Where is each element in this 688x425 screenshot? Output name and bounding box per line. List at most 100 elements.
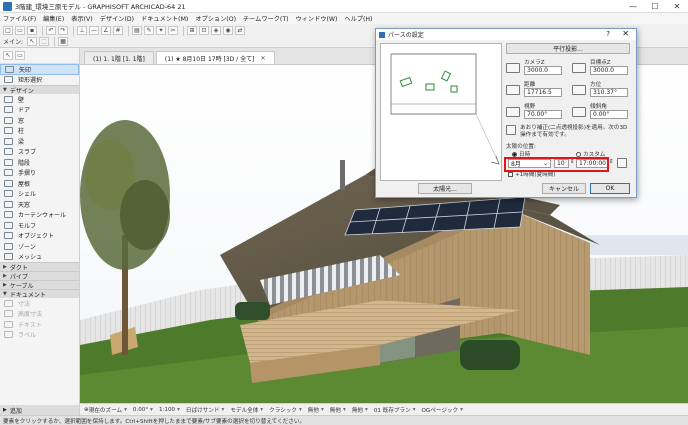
selection-mode-icon[interactable]: ▦ [58,37,69,46]
section-icon[interactable]: ⊞ [187,26,197,35]
sidebar-add-footer[interactable]: ▶ 追加 [0,405,79,415]
tool-beam[interactable]: 梁 [0,136,79,147]
arrow-tool-icon[interactable]: ↖ [27,37,38,46]
line-icon[interactable]: — [89,26,99,35]
tool-morph[interactable]: モルフ [0,220,79,231]
pipe-section-header[interactable]: ▶ パイプ [0,271,79,281]
pen-icon[interactable]: ✎ [144,26,154,35]
tab-floor-plan[interactable]: (1) 1. 1階 [1. 1階] [84,51,154,64]
dialog-close-button[interactable]: ✕ [622,29,629,38]
chevron-down-icon: ▾ [320,406,324,413]
teamwork-icon[interactable]: ⇄ [235,26,245,35]
minimize-button[interactable]: — [622,0,644,13]
pen-set-control[interactable]: クラシック ▾ [269,406,302,414]
distance-input[interactable]: 17716.5 [524,88,562,97]
override-control-2[interactable]: 無他 ▾ [330,406,346,414]
close-tab-icon[interactable]: ✕ [260,55,265,62]
ok-button[interactable]: OK [590,183,630,194]
collapse-triangle-icon: ▼ [3,87,7,93]
menu-window[interactable]: ウィンドウ(W) [296,14,338,23]
tool-object[interactable]: オブジェクト [0,231,79,242]
maximize-button[interactable]: ☐ [644,0,666,13]
menu-edit[interactable]: 編集(E) [43,14,64,23]
menu-teamwork[interactable]: チームワーク(T) [243,14,289,23]
render-icon[interactable]: ◉ [223,26,233,35]
roll-angle-input[interactable]: 0.00° [590,110,628,119]
new-file-icon[interactable]: □ [3,26,13,35]
tool-mesh[interactable]: メッシュ [0,252,79,263]
camera-z-input[interactable]: 3000.0 [524,66,562,75]
calendar-icon[interactable] [617,158,627,168]
model-view-control[interactable]: モデル全体 ▾ [230,406,263,414]
azimuth-input[interactable]: 310.37° [590,88,628,97]
menu-file[interactable]: ファイル(F) [3,14,36,23]
toolbox-arrow-icon[interactable]: ↖ [3,51,13,60]
chevron-down-icon: ▾ [124,406,127,413]
menu-view[interactable]: 表示(V) [71,14,92,23]
grid-icon[interactable]: # [113,26,123,35]
tool-roof[interactable]: 屋根 [0,178,79,189]
layer-icon[interactable]: ▤ [132,26,142,35]
override-control-3[interactable]: 無他 ▾ [352,406,368,414]
tool-door[interactable]: ドア [0,105,79,116]
tool-column[interactable]: 柱 [0,126,79,137]
dst-checkbox[interactable] [508,172,513,177]
tab-3d-view[interactable]: (1) ★ 8月10日 17時 [3D / 全て] ✕ [155,51,275,64]
duct-section-header[interactable]: ▶ ダクト [0,262,79,272]
time-stepper-icon[interactable]: ⇕ [609,159,614,165]
tool-shell[interactable]: シェル [0,189,79,200]
tool-skylight[interactable]: 天窓 [0,199,79,210]
menu-design[interactable]: デザイン(D) [100,14,134,23]
tool-label[interactable]: ラベル [0,330,79,341]
save-icon[interactable]: ▪ [27,26,37,35]
marquee-tool-icon[interactable]: ⬚ [39,37,50,46]
3d-view-icon[interactable]: ◈ [211,26,221,35]
tool-curtain-wall[interactable]: カーテンウォール [0,210,79,221]
cable-section-header[interactable]: ▶ ケーブル [0,280,79,290]
page-control[interactable]: OGページック ▾ [422,406,463,414]
tool-dimension[interactable]: 寸法 [0,298,79,309]
toolbox-marquee-icon[interactable]: ▭ [15,51,25,60]
tool-level-dimension[interactable]: 高度寸法 [0,309,79,320]
tool-slab[interactable]: スラブ [0,147,79,158]
tool-text[interactable]: テキスト [0,319,79,330]
view-navigation-bar: ⊕ 現在のズーム ▾ 0.00° ▾ 1:100 ▾ 日ばけサンド ▾ モデル全体 ▾ ク… [80,403,688,415]
document-section-header[interactable]: ▼ ドキュメント [0,289,79,299]
plan-preview[interactable] [380,43,502,181]
plan-preview-drawing [390,53,500,165]
close-window-button[interactable]: ✕ [666,0,688,13]
sun-position-label: 太陽の位置: [506,144,536,150]
scale-control[interactable]: 1:100 ▾ [159,407,180,413]
undo-icon[interactable]: ↶ [46,26,56,35]
snap-icon[interactable]: ⊥ [77,26,87,35]
tool-zone[interactable]: ゾーン [0,241,79,252]
rotation-control[interactable]: 0.00° ▾ [133,407,153,413]
zoom-control[interactable]: ⊕ 現在のズーム ▾ [84,406,127,414]
sunlight-button[interactable]: 太陽光... [418,183,472,194]
tool-wall[interactable]: 壁 [0,94,79,105]
trim-icon[interactable]: ✂ [168,26,178,35]
target-z-input[interactable]: 3000.0 [590,66,628,75]
parallel-projection-button[interactable]: 平行投影... [506,43,630,54]
override-control-1[interactable]: 無他 ▾ [308,406,324,414]
tool-arrow[interactable]: 矢印 [0,64,79,75]
view-angle-input[interactable]: 70.00° [524,110,562,119]
layer-combo-control[interactable]: 日ばけサンド ▾ [186,406,224,414]
design-section-header[interactable]: ▼ デザイン [0,85,79,95]
two-point-perspective-icon[interactable] [506,125,516,135]
renovation-filter-control[interactable]: 01 既存プラン ▾ [374,406,416,414]
tool-stair[interactable]: 階段 [0,157,79,168]
open-file-icon[interactable]: ▭ [15,26,25,35]
tool-marquee[interactable]: 矩形選択 [0,75,79,86]
help-button[interactable]: ? [606,30,610,38]
elevation-icon[interactable]: ⊡ [199,26,209,35]
menu-help[interactable]: ヘルプ(H) [344,14,372,23]
tool-window[interactable]: 窓 [0,115,79,126]
redo-icon[interactable]: ↷ [58,26,68,35]
menu-options[interactable]: オプション(O) [195,14,236,23]
angle-icon[interactable]: ∠ [101,26,111,35]
tool-railing[interactable]: 手摺り [0,168,79,179]
menu-document[interactable]: ドキュメント(M) [141,14,188,23]
cancel-button[interactable]: キャンセル [542,183,586,194]
magic-wand-icon[interactable]: ✦ [156,26,166,35]
